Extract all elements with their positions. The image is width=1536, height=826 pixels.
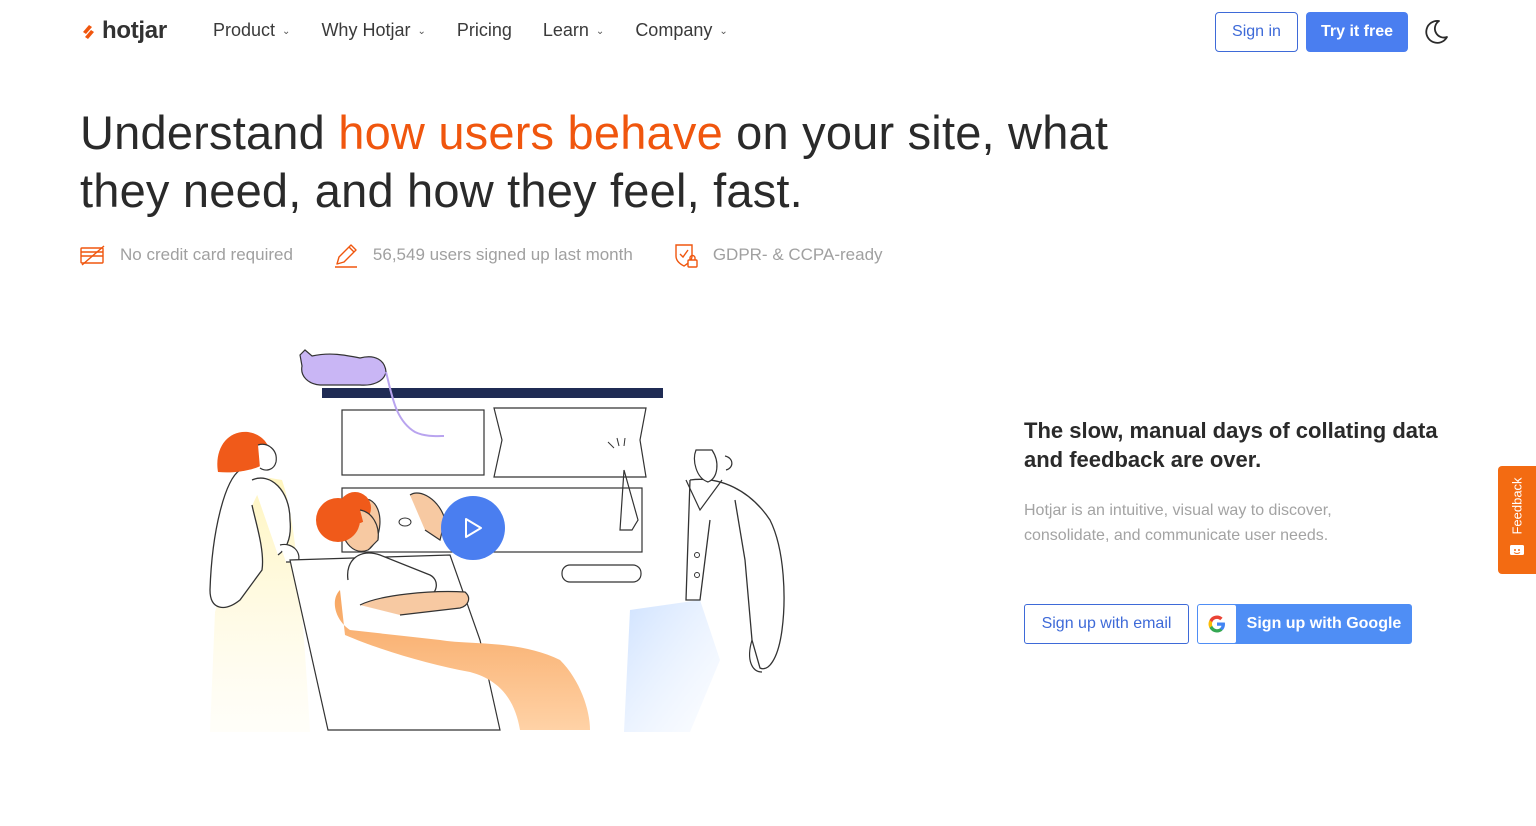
play-icon — [465, 518, 482, 538]
nav-label: Pricing — [456, 20, 512, 40]
badge-text: 56,549 users signed up last month — [372, 245, 633, 264]
chevron-down-icon: ⌄ — [719, 26, 728, 37]
credit-card-icon — [80, 245, 105, 266]
play-video-button[interactable] — [441, 496, 505, 560]
feedback-icon — [1510, 545, 1524, 555]
badge-gdpr: GDPR- & CCPA-ready — [673, 242, 883, 268]
hero-headline: Understand how users behave on your site… — [80, 104, 1200, 220]
badge-text: No credit card required — [120, 245, 293, 264]
sign-up-email-button[interactable]: Sign up with email — [1024, 604, 1189, 644]
moon-icon[interactable] — [1422, 18, 1450, 46]
hotjar-logo-icon — [83, 25, 94, 39]
hero-description: Hotjar is an intuitive, visual way to di… — [1024, 502, 1332, 544]
badge-text: GDPR- & CCPA-ready — [712, 245, 883, 264]
nav-label: Why Hotjar — [321, 20, 411, 40]
sign-up-google-button[interactable]: Sign up with Google — [1197, 604, 1412, 644]
badge-users-signed-up: 56,549 users signed up last month — [333, 242, 633, 268]
main-nav: Product ⌄ Why Hotjar ⌄ Pricing Learn ⌄ C… — [213, 20, 759, 41]
hotjar-logo[interactable]: hotjar — [80, 16, 167, 46]
feedback-label: Feedback — [1509, 477, 1525, 535]
nav-label: Company — [635, 20, 713, 40]
nav-label: Learn — [542, 20, 589, 40]
google-button-label: Sign up with Google — [1246, 615, 1402, 632]
chevron-down-icon: ⌄ — [417, 26, 426, 37]
headline-accent: how users behave — [338, 106, 723, 159]
badge-no-credit-card: No credit card required — [80, 242, 293, 268]
google-logo-icon — [1198, 605, 1236, 643]
nav-product[interactable]: Product ⌄ — [213, 20, 290, 41]
chevron-down-icon: ⌄ — [595, 26, 605, 37]
chevron-down-icon: ⌄ — [282, 26, 291, 37]
headline-pre: Understand — [80, 106, 339, 159]
shield-lock-icon — [675, 244, 698, 268]
pencil-icon — [334, 244, 357, 268]
hero-subheading: The slow, manual days of collating data … — [1024, 418, 1438, 472]
try-it-free-button[interactable]: Try it free — [1306, 12, 1408, 52]
feedback-tab[interactable]: Feedback — [1498, 466, 1536, 574]
nav-pricing[interactable]: Pricing — [457, 20, 512, 41]
nav-label: Product — [213, 20, 276, 40]
nav-why-hotjar[interactable]: Why Hotjar ⌄ — [321, 20, 425, 41]
trust-badges: No credit card required 56,549 users sig… — [80, 242, 923, 268]
nav-company[interactable]: Company ⌄ — [635, 20, 727, 41]
logo-text: hotjar — [102, 17, 167, 44]
nav-learn[interactable]: Learn ⌄ — [543, 20, 604, 41]
site-header: hotjar Product ⌄ Why Hotjar ⌄ Pricing Le… — [0, 0, 1536, 64]
sign-in-button[interactable]: Sign in — [1215, 12, 1298, 52]
